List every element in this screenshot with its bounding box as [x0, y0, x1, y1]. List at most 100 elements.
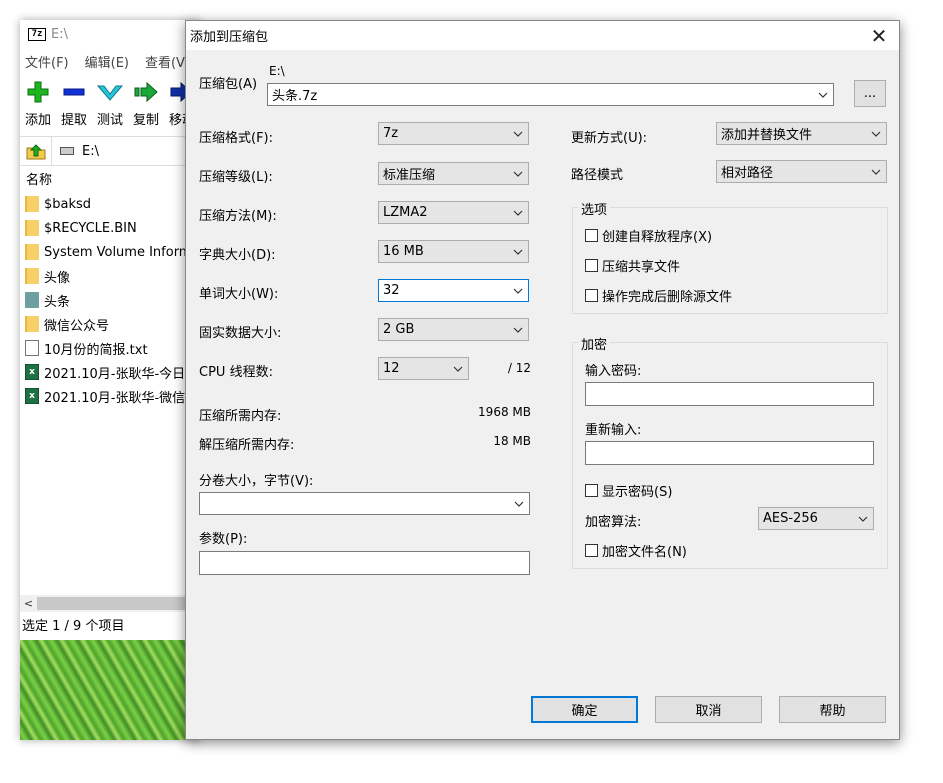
folder-icon	[25, 220, 39, 236]
text-file-icon	[25, 340, 39, 356]
plus-icon	[26, 78, 50, 106]
chevron-down-icon	[866, 123, 886, 144]
toolbar-add-button[interactable]: 添加	[20, 78, 56, 130]
toolbar-test-button[interactable]: 测试	[92, 78, 128, 130]
solid-size-select[interactable]: 2 GB	[378, 318, 529, 341]
update-mode-select[interactable]: 添加并替换文件	[716, 122, 887, 145]
list-item[interactable]: $RECYCLE.BIN	[20, 216, 200, 240]
dict-size-label: 字典大小(D):	[199, 248, 276, 263]
split-size-combo[interactable]	[199, 492, 530, 515]
options-title: 选项	[578, 199, 611, 218]
params-input[interactable]	[199, 551, 530, 575]
method-select[interactable]: LZMA2	[378, 201, 529, 224]
list-item[interactable]: 10月份的简报.txt	[20, 336, 200, 360]
toolbar-extract-button[interactable]: 提取	[56, 78, 92, 130]
list-item[interactable]: 头像	[20, 264, 200, 288]
list-item[interactable]: 头条	[20, 288, 200, 312]
check-icon	[97, 78, 123, 106]
password-label: 输入密码:	[585, 364, 642, 379]
folder-icon	[25, 244, 39, 260]
toolbar-copy-button[interactable]: 复制	[128, 78, 164, 130]
level-select[interactable]: 标准压缩	[378, 162, 529, 185]
drive-icon	[60, 147, 74, 155]
folder-up-icon	[26, 144, 45, 160]
desktop-wallpaper	[20, 640, 200, 740]
menu-edit[interactable]: 编辑(E)	[85, 52, 129, 71]
mem-decompress-value: 18 MB	[493, 434, 531, 448]
copy-arrow-icon	[133, 78, 159, 106]
close-button[interactable]: ✕	[859, 21, 899, 50]
chevron-down-icon	[508, 280, 528, 301]
folder-icon	[25, 196, 39, 212]
fm-status-bar: 选定 1 / 9 个项目	[22, 619, 125, 634]
level-label: 压缩等级(L):	[199, 170, 273, 185]
show-password-checkbox[interactable]: 显示密码(S)	[585, 481, 672, 500]
menu-view[interactable]: 查看(V)	[145, 52, 190, 71]
encryption-method-select[interactable]: AES-256	[758, 507, 874, 530]
checkbox-icon[interactable]	[585, 259, 598, 272]
solid-size-label: 固实数据大小:	[199, 326, 282, 341]
reenter-password-label: 重新输入:	[585, 423, 642, 438]
folder-icon	[25, 268, 39, 284]
mem-compress-label: 压缩所需内存:	[199, 409, 282, 424]
format-select[interactable]: 7z	[378, 122, 529, 145]
fm-address-bar: E:\	[20, 136, 200, 166]
dict-size-select[interactable]: 16 MB	[378, 240, 529, 263]
browse-button[interactable]: ...	[854, 80, 886, 107]
list-item[interactable]: x2021.10月-张耿华-微信公众号	[20, 384, 200, 408]
archive-name-combo[interactable]: 头条.7z	[267, 83, 834, 106]
file-manager-window: 7z E:\ 文件(F) 编辑(E) 查看(V) 添加 提取 测试 复制 移动 …	[20, 20, 200, 740]
cancel-button[interactable]: 取消	[655, 696, 762, 723]
shared-files-checkbox[interactable]: 压缩共享文件	[585, 256, 680, 275]
chevron-down-icon	[508, 163, 528, 184]
delete-after-checkbox[interactable]: 操作完成后删除源文件	[585, 286, 732, 305]
list-item[interactable]: 微信公众号	[20, 312, 200, 336]
cpu-threads-label: CPU 线程数:	[199, 365, 273, 380]
list-item[interactable]: x 2021.10月-张耿华-今日头条	[20, 360, 200, 384]
column-header-name[interactable]: 名称	[20, 170, 200, 192]
checkbox-icon[interactable]	[585, 484, 598, 497]
list-item[interactable]: $baksd	[20, 192, 200, 216]
scroll-thumb[interactable]	[37, 597, 187, 610]
archive-name-value: 头条.7z	[272, 89, 318, 104]
params-label: 参数(P):	[199, 532, 248, 547]
chevron-down-icon[interactable]	[813, 84, 833, 105]
path-mode-select[interactable]: 相对路径	[716, 160, 887, 183]
help-button[interactable]: 帮助	[779, 696, 886, 723]
word-size-select[interactable]: 32	[378, 279, 529, 302]
word-size-label: 单词大小(W):	[199, 287, 279, 302]
chevron-down-icon	[866, 161, 886, 182]
checkbox-icon[interactable]	[585, 289, 598, 302]
fm-titlebar: 7z E:\	[20, 20, 200, 48]
fm-menubar: 文件(F) 编辑(E) 查看(V)	[20, 50, 200, 72]
close-icon: ✕	[870, 23, 888, 48]
fm-horizontal-scrollbar[interactable]: <	[20, 595, 200, 612]
chevron-down-icon	[508, 123, 528, 144]
encrypt-names-checkbox[interactable]: 加密文件名(N)	[585, 541, 687, 560]
folder-up-button[interactable]	[20, 137, 52, 165]
chevron-down-icon[interactable]	[509, 493, 529, 514]
dialog-title: 添加到压缩包	[190, 30, 269, 45]
chevron-down-icon	[508, 202, 528, 223]
update-mode-label: 更新方式(U):	[571, 131, 648, 146]
cpu-threads-select[interactable]: 12	[378, 357, 469, 380]
password-input[interactable]	[585, 382, 874, 406]
excel-file-icon: x	[25, 388, 39, 404]
mem-compress-value: 1968 MB	[478, 405, 531, 419]
fm-title: E:\	[51, 26, 68, 42]
list-item[interactable]: System Volume Information	[20, 240, 200, 264]
checkbox-icon[interactable]	[585, 544, 598, 557]
encryption-method-label: 加密算法:	[585, 515, 642, 530]
checkbox-icon[interactable]	[585, 229, 598, 242]
add-to-archive-dialog: 添加到压缩包 ✕ 压缩包(A) E:\ 头条.7z ... 压缩格式(F): 7…	[185, 20, 900, 740]
chevron-down-icon	[508, 241, 528, 262]
fm-file-list: 名称 $baksd $RECYCLE.BIN System Volume Inf…	[20, 170, 200, 408]
fm-address-field[interactable]: E:\	[52, 144, 99, 159]
scroll-left-icon[interactable]: <	[20, 597, 37, 610]
reenter-password-input[interactable]	[585, 441, 874, 465]
archive-dir: E:\	[269, 64, 285, 78]
path-mode-label: 路径模式	[571, 168, 624, 183]
ok-button[interactable]: 确定	[531, 696, 638, 723]
sfx-checkbox[interactable]: 创建自释放程序(X)	[585, 226, 712, 245]
menu-file[interactable]: 文件(F)	[25, 52, 69, 71]
